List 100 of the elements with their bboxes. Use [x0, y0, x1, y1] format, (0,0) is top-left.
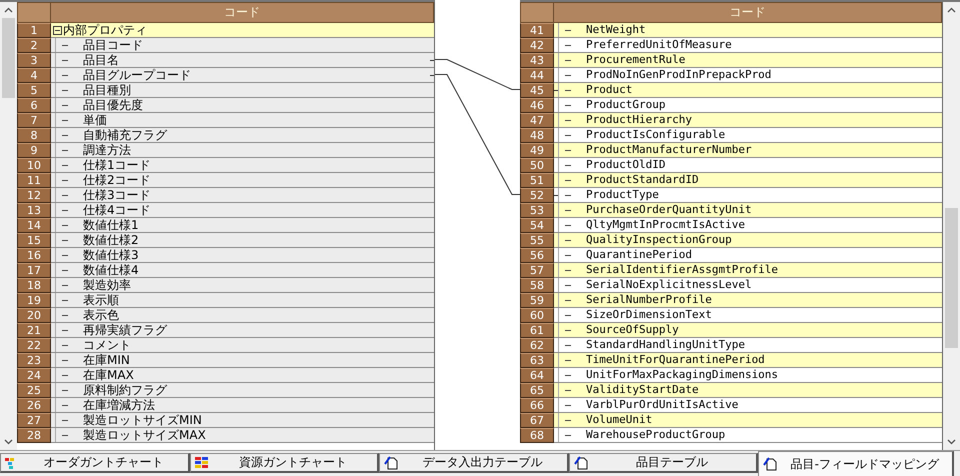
- tab[interactable]: 資源ガントチャート: [190, 453, 380, 473]
- tree-row[interactable]: 調達方法: [51, 143, 434, 158]
- row-number: 23: [17, 353, 51, 368]
- tree-row[interactable]: 仕様1コード: [51, 158, 434, 173]
- tree-row[interactable]: NetWeight: [554, 23, 942, 38]
- field-label: ProductGroup: [586, 98, 666, 112]
- tree-row[interactable]: ProductGroup: [554, 98, 942, 113]
- field-label: 数値仕様4: [83, 263, 139, 277]
- tree-row[interactable]: 仕様3コード: [51, 188, 434, 203]
- tree-row[interactable]: QualityInspectionGroup: [554, 233, 942, 248]
- corner-header: [520, 2, 554, 23]
- tree-row[interactable]: 数値仕様2: [51, 233, 434, 248]
- tree-row[interactable]: ProductManufacturerNumber: [554, 143, 942, 158]
- row-number: 59: [520, 293, 554, 308]
- field-label: PreferredUnitOfMeasure: [586, 38, 732, 52]
- tree-row[interactable]: 内部プロパティ: [51, 23, 434, 38]
- tree-row[interactable]: 在庫MIN: [51, 353, 434, 368]
- field-label: TimeUnitForQuarantinePeriod: [586, 353, 765, 367]
- field-label: 品目コード: [83, 38, 143, 52]
- tree-row[interactable]: 在庫MAX: [51, 368, 434, 383]
- tree-row[interactable]: 自動補充フラグ: [51, 128, 434, 143]
- tree-row[interactable]: 品目種別: [51, 83, 434, 98]
- tab[interactable]: 品目テーブル: [568, 453, 758, 473]
- tree-row[interactable]: 数値仕様4: [51, 263, 434, 278]
- tree-row[interactable]: 製造ロットサイズMIN: [51, 413, 434, 428]
- tree-row[interactable]: ProductStandardID: [554, 173, 942, 188]
- tree-row[interactable]: ProcurementRule: [554, 53, 942, 68]
- tree-row[interactable]: 表示色: [51, 308, 434, 323]
- tree-row[interactable]: ProductType: [554, 188, 942, 203]
- row-number: 13: [17, 203, 51, 218]
- tree-row[interactable]: 表示順: [51, 293, 434, 308]
- tree-row[interactable]: ProductHierarchy: [554, 113, 942, 128]
- tree-row[interactable]: コメント: [51, 338, 434, 353]
- tree-row[interactable]: ProductOldID: [554, 158, 942, 173]
- tree-row[interactable]: PreferredUnitOfMeasure: [554, 38, 942, 53]
- resource-chart-icon: [194, 456, 209, 468]
- field-label: SizeOrDimensionText: [586, 308, 712, 322]
- scroll-down-icon[interactable]: [4, 439, 13, 445]
- tab[interactable]: オーダガントチャート: [0, 453, 190, 473]
- scrollbar[interactable]: [0, 2, 17, 450]
- tree-row[interactable]: ProductIsConfigurable: [554, 128, 942, 143]
- row-number: 65: [520, 383, 554, 398]
- field-label: 品目種別: [83, 83, 131, 97]
- document-pencil-icon: [384, 456, 398, 470]
- row-number: 17: [17, 263, 51, 278]
- scroll-up-icon[interactable]: [4, 7, 13, 13]
- tree-row[interactable]: 仕様2コード: [51, 173, 434, 188]
- field-label: 単価: [83, 113, 107, 127]
- tree-row[interactable]: 再帰実績フラグ: [51, 323, 434, 338]
- scrollbar-thumb[interactable]: [2, 18, 15, 98]
- collapse-icon[interactable]: [53, 26, 62, 34]
- tree-row[interactable]: 仕様4コード: [51, 203, 434, 218]
- tree-row[interactable]: StandardHandlingUnitType: [554, 338, 942, 353]
- tab[interactable]: データ入出力テーブル: [379, 453, 569, 473]
- row-number: 8: [17, 128, 51, 143]
- tab[interactable]: 品目-フィールドマッピング: [758, 451, 954, 476]
- row-number: 57: [520, 263, 554, 278]
- tree-row[interactable]: UnitForMaxPackagingDimensions: [554, 368, 942, 383]
- tree-row[interactable]: 在庫増減方法: [51, 398, 434, 413]
- tree-row[interactable]: 数値仕様1: [51, 218, 434, 233]
- tree-row[interactable]: 品目グループコード: [51, 68, 434, 83]
- tree-row[interactable]: SerialNoExplicitnessLevel: [554, 278, 942, 293]
- scroll-down-icon[interactable]: [947, 439, 956, 445]
- tree-row[interactable]: Product: [554, 83, 942, 98]
- tree-row[interactable]: ProdNoInGenProdInPrepackProd: [554, 68, 942, 83]
- tree-row[interactable]: TimeUnitForQuarantinePeriod: [554, 353, 942, 368]
- field-label: 数値仕様1: [83, 218, 139, 232]
- field-label: 再帰実績フラグ: [83, 323, 167, 337]
- field-label: StandardHandlingUnitType: [586, 338, 745, 352]
- row-number: 14: [17, 218, 51, 233]
- tree-row[interactable]: SourceOfSupply: [554, 323, 942, 338]
- tree-row[interactable]: ValidityStartDate: [554, 383, 942, 398]
- column-header: コード: [554, 2, 942, 23]
- field-label: QuarantinePeriod: [586, 248, 692, 262]
- scroll-up-icon[interactable]: [947, 7, 956, 13]
- tree-row[interactable]: PurchaseOrderQuantityUnit: [554, 203, 942, 218]
- tree-row[interactable]: SerialNumberProfile: [554, 293, 942, 308]
- tree-row[interactable]: WarehouseProductGroup: [554, 428, 942, 443]
- scrollbar[interactable]: [943, 2, 960, 450]
- row-number: 46: [520, 98, 554, 113]
- tree-row[interactable]: VarblPurOrdUnitIsActive: [554, 398, 942, 413]
- tree-row[interactable]: 品目コード: [51, 38, 434, 53]
- tree-row[interactable]: VolumeUnit: [554, 413, 942, 428]
- tree-row[interactable]: QuarantinePeriod: [554, 248, 942, 263]
- tree-row[interactable]: SerialIdentifierAssgmtProfile: [554, 263, 942, 278]
- tree-row[interactable]: 数値仕様3: [51, 248, 434, 263]
- tree-row[interactable]: 品目名: [51, 53, 434, 68]
- tree-row[interactable]: 単価: [51, 113, 434, 128]
- row-number: 55: [520, 233, 554, 248]
- row-number: 62: [520, 338, 554, 353]
- scrollbar-thumb[interactable]: [945, 208, 958, 348]
- tree-row[interactable]: 原料制約フラグ: [51, 383, 434, 398]
- tree-row[interactable]: 製造効率: [51, 278, 434, 293]
- tree-row[interactable]: QltyMgmtInProcmtIsActive: [554, 218, 942, 233]
- tree-row[interactable]: 品目優先度: [51, 98, 434, 113]
- row-number: 42: [520, 38, 554, 53]
- field-label: VolumeUnit: [586, 413, 652, 427]
- tree-row[interactable]: SizeOrDimensionText: [554, 308, 942, 323]
- field-label: 表示順: [83, 293, 119, 307]
- tree-row[interactable]: 製造ロットサイズMAX: [51, 428, 434, 443]
